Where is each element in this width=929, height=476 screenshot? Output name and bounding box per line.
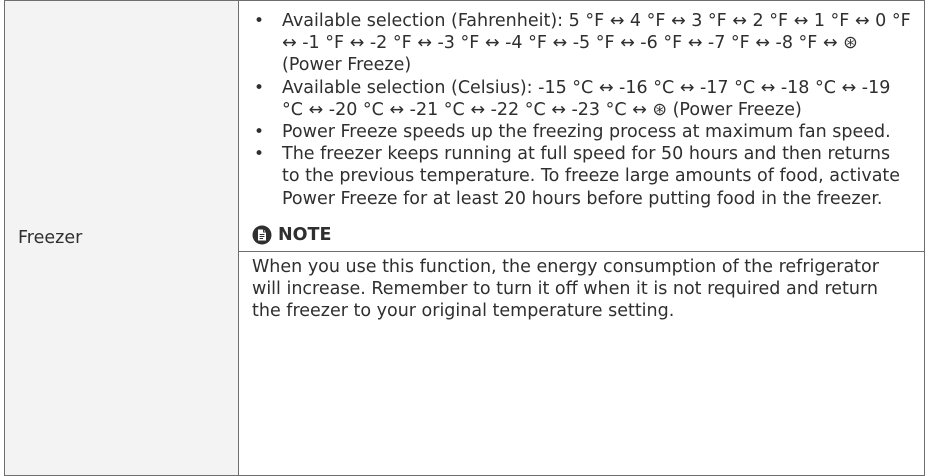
spec-table: Freezer • Available selection (Fahrenheit… — [4, 0, 925, 476]
note-title: NOTE — [278, 224, 332, 245]
list-item: • Power Freeze speeds up the freezing pro… — [252, 121, 912, 143]
bullet-list: • Available selection (Fahrenheit): 5 °F … — [252, 10, 912, 210]
list-item-text: Available selection (Celsius): -15 °C ↔ … — [282, 77, 891, 120]
table-row: Freezer • Available selection (Fahrenheit… — [4, 0, 925, 476]
list-item-text: Power Freeze speeds up the freezing proc… — [282, 122, 891, 143]
row-label: Freezer — [18, 228, 83, 248]
list-item-text: The freezer keeps running at full speed … — [282, 144, 901, 209]
list-item: • Available selection (Fahrenheit): 5 °F … — [252, 10, 912, 77]
bullet-marker: • — [254, 11, 265, 31]
bullet-marker: • — [254, 144, 265, 165]
list-item: • Available selection (Celsius): -15 °C ↔… — [252, 77, 912, 121]
note-icon — [252, 225, 272, 245]
row-content-cell: • Available selection (Fahrenheit): 5 °F … — [238, 0, 925, 476]
note-text: When you use this function, the energy c… — [252, 256, 879, 322]
list-item-text: Available selection (Fahrenheit): 5 °F ↔… — [282, 11, 911, 76]
list-item: • The freezer keeps running at full speed… — [252, 143, 912, 210]
bullet-marker: • — [254, 77, 265, 98]
bullet-marker: • — [254, 122, 265, 143]
note-heading: NOTE — [252, 224, 912, 246]
row-label-cell: Freezer — [4, 0, 239, 476]
